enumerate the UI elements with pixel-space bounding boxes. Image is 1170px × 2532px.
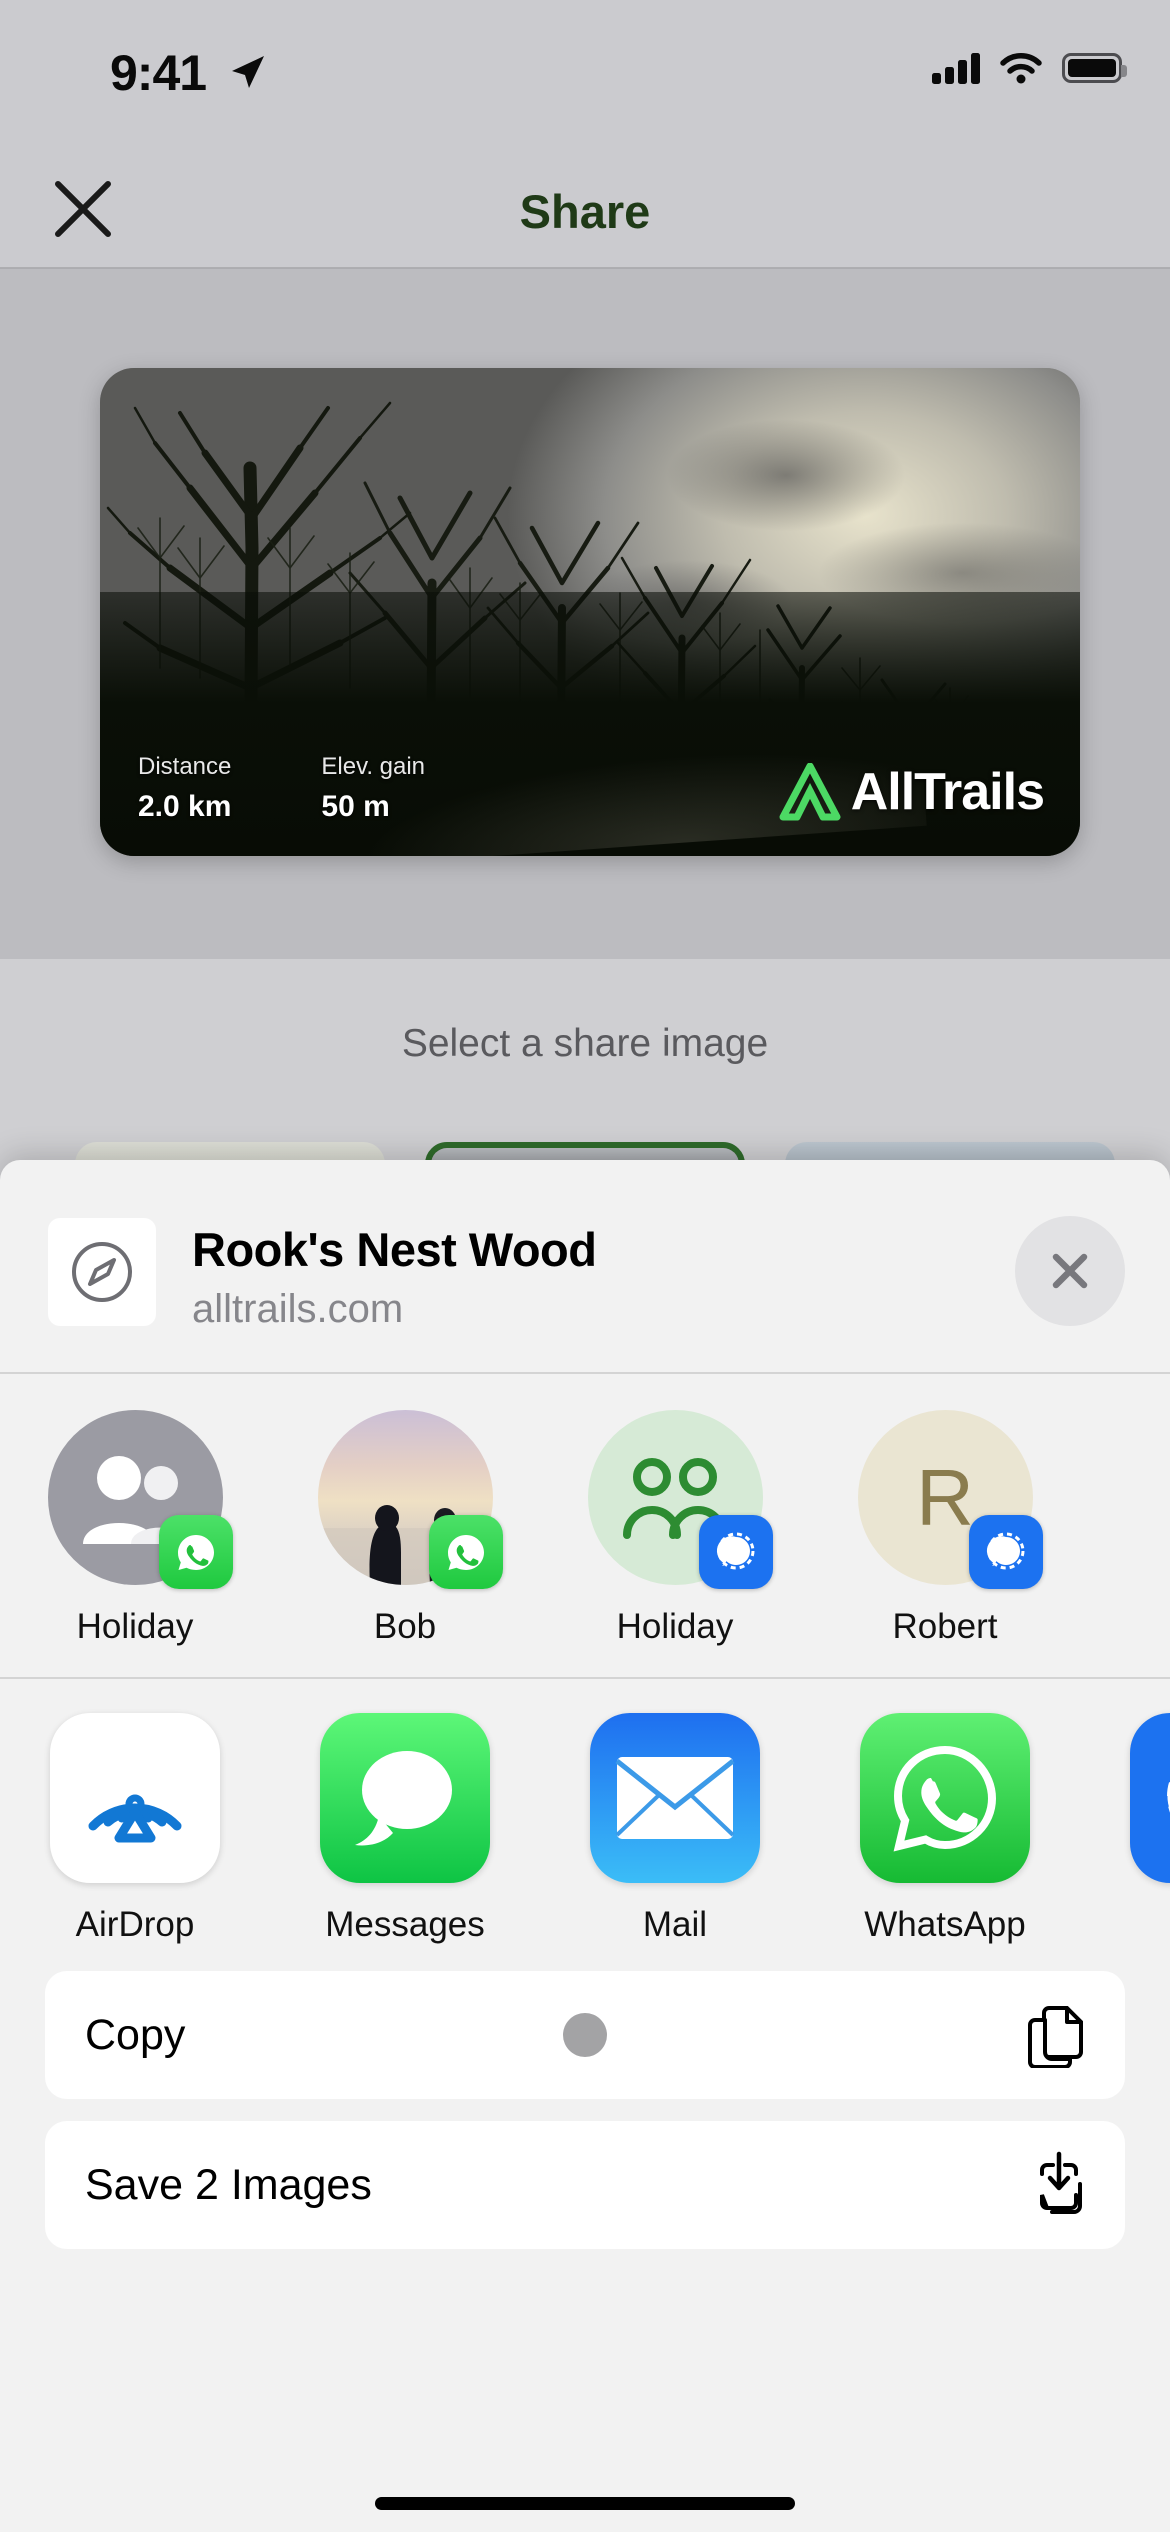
contact-robert-signal[interactable]: R Robert [810, 1410, 1080, 1647]
action-label: Save 2 Images [85, 2160, 372, 2209]
status-time: 9:41 [110, 45, 207, 101]
app-mail[interactable]: Mail [540, 1713, 810, 1945]
page-title: Share [519, 185, 651, 238]
ios-share-sheet: Rook's Nest Wood alltrails.com Holiday B… [0, 1160, 1170, 2532]
share-subtitle: alltrails.com [192, 1287, 404, 1331]
whatsapp-icon [860, 1713, 1030, 1883]
elevation-label: Elev. gain [321, 753, 426, 780]
app-label: Messages [325, 1905, 485, 1944]
contact-holiday-signal[interactable]: Holiday [540, 1410, 810, 1647]
signal-icon [1130, 1713, 1170, 1883]
nav-separator [0, 267, 1170, 269]
trail-share-card[interactable]: Distance 2.0 km Elev. gain 50 m AllTrail… [100, 368, 1080, 856]
app-messages[interactable]: Messages [270, 1713, 540, 1945]
contact-name: Holiday [616, 1607, 734, 1646]
status-bar: 9:41 [0, 0, 1170, 150]
stat-distance: Distance 2.0 km [138, 753, 231, 824]
stat-elevation: Elev. gain 50 m [321, 753, 425, 824]
distance-value: 2.0 km [138, 790, 232, 823]
alltrails-wordmark: AllTrails [850, 763, 1045, 821]
wifi-icon [1000, 53, 1042, 84]
battery-full-icon [1062, 53, 1127, 83]
copy-documents-icon [1028, 2006, 1083, 2068]
app-signal[interactable]: S [1080, 1713, 1170, 1945]
iphone-screen: Distance 2.0 km Elev. gain 50 m AllTrail… [0, 0, 1170, 2532]
alltrails-logo: AllTrails [779, 762, 1045, 822]
contact-bob-whatsapp[interactable]: Bob [270, 1410, 540, 1647]
save-images-icon [1040, 2151, 1082, 2214]
card-stats: Distance 2.0 km Elev. gain 50 m [138, 753, 425, 824]
airdrop-icon [50, 1713, 220, 1883]
share-apps-row: AirDrop Messages Mail WhatsApp [0, 1679, 1170, 1971]
app-label: Mail [642, 1905, 708, 1944]
alltrails-mountain-icon [779, 763, 841, 821]
location-arrow-icon [232, 56, 264, 88]
signal-icon [968, 1515, 1043, 1589]
share-sheet-header: Rook's Nest Wood alltrails.com [0, 1160, 1170, 1372]
avatar-initial: R [916, 1452, 974, 1542]
elevation-value: 50 m [321, 790, 390, 823]
nav-bar: Share [0, 150, 1170, 268]
suggested-contacts-row: Holiday Bob Holiday R Robert [0, 1374, 1170, 1677]
contact-holiday-whatsapp[interactable]: Holiday [0, 1410, 270, 1647]
action-copy[interactable]: Copy [45, 1971, 1125, 2099]
action-label: Copy [85, 2010, 186, 2059]
whatsapp-icon [428, 1515, 503, 1589]
status-icons [932, 52, 1127, 84]
contact-name: Holiday [76, 1607, 194, 1646]
action-save-images[interactable]: Save 2 Images [45, 2121, 1125, 2249]
distance-label: Distance [138, 753, 232, 780]
signal-icon [698, 1515, 773, 1589]
share-target-info: Rook's Nest Wood alltrails.com [192, 1222, 597, 1332]
app-whatsapp[interactable]: WhatsApp [810, 1713, 1080, 1945]
safari-compass-icon [48, 1218, 156, 1326]
share-title: Rook's Nest Wood [192, 1223, 597, 1276]
cellular-signal-icon [932, 52, 980, 84]
app-label: AirDrop [75, 1905, 195, 1944]
messages-icon [320, 1713, 490, 1883]
whatsapp-icon [158, 1515, 233, 1589]
share-actions-list: Copy Save 2 Images [0, 1971, 1170, 2249]
mail-icon [590, 1713, 760, 1883]
select-share-image-label: Select a share image [401, 1022, 769, 1065]
app-airdrop[interactable]: AirDrop [0, 1713, 270, 1945]
touch-indicator [563, 2013, 607, 2057]
home-indicator [375, 2497, 795, 2510]
app-label: WhatsApp [864, 1905, 1026, 1944]
contact-name: Bob [373, 1607, 437, 1646]
close-circle-icon[interactable] [1015, 1216, 1125, 1326]
contact-name: Robert [892, 1607, 998, 1646]
